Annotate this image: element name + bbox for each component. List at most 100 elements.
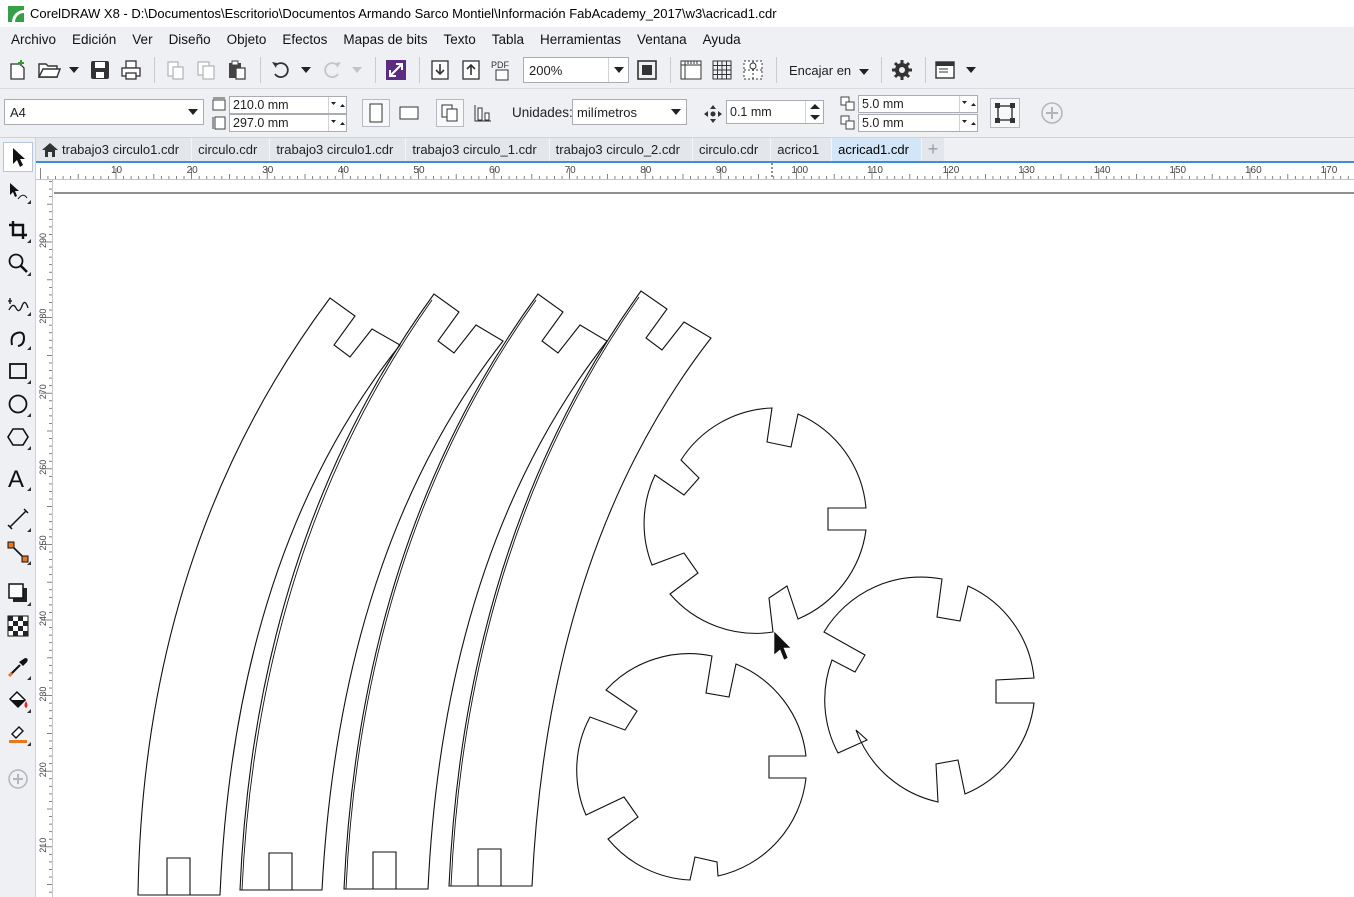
menu-archivo[interactable]: Archivo: [3, 27, 64, 52]
add-property-plus-icon[interactable]: [1038, 99, 1066, 127]
page-height-field[interactable]: 297.0 mm: [229, 114, 347, 132]
duplicate-x-field[interactable]: 5.0 mm: [858, 95, 978, 113]
ruler-label: 120: [943, 165, 960, 176]
menu-edicion[interactable]: Edición: [64, 27, 124, 52]
text-tool-icon[interactable]: A: [3, 463, 33, 493]
transparency-icon[interactable]: [3, 611, 33, 641]
add-tool-icon[interactable]: [3, 764, 33, 794]
all-pages-button[interactable]: [436, 99, 464, 127]
arc-strip: [343, 293, 608, 890]
eyedropper-icon[interactable]: [3, 652, 33, 682]
zoom-tool-icon[interactable]: [3, 248, 33, 278]
tab-document[interactable]: trabajo3 circulo_2.cdr: [549, 138, 693, 161]
redo-dropdown-chevron-icon[interactable]: [349, 56, 365, 84]
menu-mapas-de-bits[interactable]: Mapas de bits: [335, 27, 435, 52]
portrait-orientation-button[interactable]: [362, 99, 390, 127]
print-icon[interactable]: [117, 56, 145, 84]
rectangle-tool-icon[interactable]: [3, 356, 33, 386]
chevron-down-icon[interactable]: [183, 109, 203, 115]
spin-arrows-icon[interactable]: [805, 101, 823, 123]
nudge-distance-field[interactable]: 0.1 mm: [726, 100, 824, 124]
tab-document[interactable]: circulo.cdr: [692, 138, 772, 161]
connector-tool-icon[interactable]: [3, 537, 33, 567]
current-page-button[interactable]: [469, 99, 497, 127]
parallel-dimension-icon[interactable]: [3, 504, 33, 534]
tab-document[interactable]: trabajo3 circulo_1.cdr: [406, 138, 550, 161]
tab-document[interactable]: acrico1: [771, 138, 833, 161]
snap-to-dropdown[interactable]: Encajar en: [783, 56, 875, 84]
copy-icon[interactable]: [192, 56, 220, 84]
paste-icon[interactable]: [223, 56, 251, 84]
tab-document-active[interactable]: acricad1.cdr: [832, 138, 922, 161]
landscape-orientation-button[interactable]: [395, 99, 423, 127]
show-rulers-icon[interactable]: [677, 56, 705, 84]
smart-fill-icon[interactable]: [3, 718, 33, 748]
page-size-combo[interactable]: A4: [4, 99, 204, 125]
menu-ayuda[interactable]: Ayuda: [695, 27, 749, 52]
horizontal-ruler[interactable]: 10 20 30 40 50 60 70 80 90 100 110 120 130 140 150 160 1…: [36, 163, 1354, 180]
tab-label: circulo.cdr: [198, 142, 258, 157]
polygon-tool-icon[interactable]: [3, 422, 33, 452]
interactive-fill-icon[interactable]: [3, 685, 33, 715]
tab-label: acricad1.cdr: [838, 142, 909, 157]
menu-herramientas[interactable]: Herramientas: [532, 27, 629, 52]
tab-document[interactable]: trabajo3 circulo1.cdr: [36, 138, 193, 161]
home-icon[interactable]: [42, 142, 58, 157]
crop-tool-icon[interactable]: [3, 215, 33, 245]
export-icon[interactable]: [457, 56, 485, 84]
redo-icon[interactable]: [318, 56, 346, 84]
artistic-media-icon[interactable]: [3, 322, 33, 352]
vertical-ruler[interactable]: 290 280 270 260 250 240 230 220 210: [36, 180, 53, 897]
ellipse-tool-icon[interactable]: [3, 389, 33, 419]
menu-objeto[interactable]: Objeto: [219, 27, 275, 52]
drawing-canvas[interactable]: [54, 181, 1354, 897]
spin-arrows-icon[interactable]: [328, 97, 346, 113]
menu-tabla[interactable]: Tabla: [484, 27, 532, 52]
spin-arrows-icon[interactable]: [959, 96, 977, 112]
show-guidelines-icon[interactable]: [739, 56, 767, 84]
open-folder-icon[interactable]: [35, 56, 63, 84]
spin-arrows-icon[interactable]: [959, 115, 977, 131]
options-gear-icon[interactable]: [888, 56, 916, 84]
drop-shadow-icon[interactable]: [3, 578, 33, 608]
undo-dropdown-chevron-icon[interactable]: [298, 56, 314, 84]
chevron-down-icon[interactable]: [666, 109, 686, 115]
freehand-tool-icon[interactable]: [3, 288, 33, 318]
new-tab-plus-icon[interactable]: +: [921, 138, 944, 161]
shape-tool-icon[interactable]: [3, 176, 33, 206]
menu-ver[interactable]: Ver: [124, 27, 160, 52]
duplicate-x-value: 5.0 mm: [862, 97, 904, 111]
ruler-label: 70: [565, 165, 577, 176]
duplicate-y-field[interactable]: 5.0 mm: [858, 114, 978, 132]
spin-arrows-icon[interactable]: [328, 115, 346, 131]
launcher-dropdown-chevron-icon[interactable]: [963, 56, 979, 84]
new-document-icon[interactable]: [4, 56, 32, 84]
menu-ventana[interactable]: Ventana: [629, 27, 695, 52]
zoom-level-combo[interactable]: 200%: [523, 57, 629, 83]
units-combo[interactable]: milímetros: [572, 99, 687, 125]
chevron-down-icon[interactable]: [608, 58, 628, 82]
open-dropdown-chevron-icon[interactable]: [66, 56, 82, 84]
publish-pdf-icon[interactable]: PDF: [488, 56, 516, 84]
ruler-label: 110: [867, 165, 883, 176]
page-width-field[interactable]: 210.0 mm: [229, 96, 347, 114]
slotted-disc: [823, 576, 1035, 803]
tab-document[interactable]: trabajo3 circulo1.cdr: [270, 138, 407, 161]
full-screen-preview-icon[interactable]: [633, 56, 661, 84]
save-icon[interactable]: [86, 56, 114, 84]
search-content-icon[interactable]: [382, 56, 410, 84]
page-width-value: 210.0 mm: [233, 98, 289, 112]
import-icon[interactable]: [426, 56, 454, 84]
application-launcher-icon[interactable]: [932, 56, 960, 84]
show-grid-icon[interactable]: [708, 56, 736, 84]
duplicate-y-value: 5.0 mm: [862, 116, 904, 130]
chevron-down-icon: [859, 63, 870, 78]
undo-icon[interactable]: [267, 56, 295, 84]
menu-diseno[interactable]: Diseño: [161, 27, 219, 52]
menu-efectos[interactable]: Efectos: [274, 27, 335, 52]
pick-tool-icon[interactable]: [3, 142, 33, 172]
tab-document[interactable]: circulo.cdr: [192, 138, 271, 161]
menu-texto[interactable]: Texto: [435, 27, 483, 52]
cut-icon[interactable]: [161, 56, 189, 84]
treat-as-filled-button[interactable]: [990, 98, 1020, 128]
